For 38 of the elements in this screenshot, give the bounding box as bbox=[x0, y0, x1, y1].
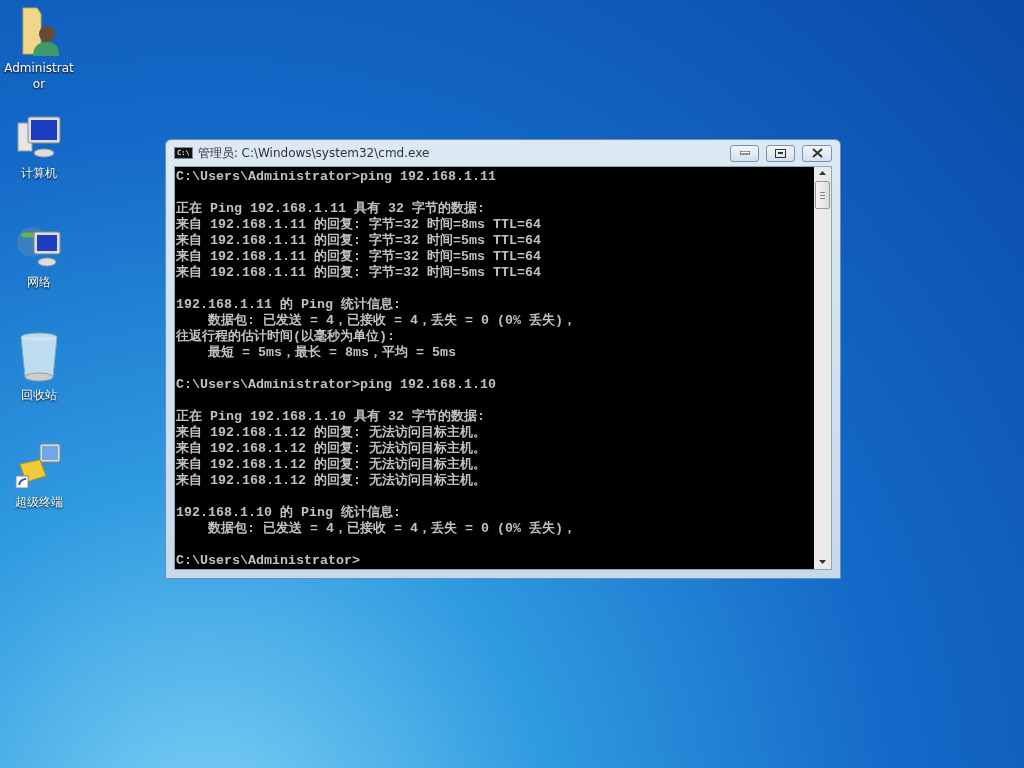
close-button[interactable] bbox=[802, 144, 832, 162]
close-icon bbox=[811, 148, 823, 158]
desktop-icon-label[interactable]: 回收站 bbox=[1, 387, 77, 403]
console-line: 192.168.1.11 的 Ping 统计信息: bbox=[176, 297, 402, 313]
scroll-down-arrow-icon[interactable] bbox=[819, 560, 826, 564]
minimize-icon bbox=[739, 151, 750, 155]
console-line: 来自 192.168.1.11 的回复: 字节=32 时间=5ms TTL=64 bbox=[176, 249, 542, 264]
console-line: C:\Users\Administrator>ping 192.168.1.11 bbox=[176, 169, 497, 185]
phone-computer-shortcut-icon bbox=[14, 440, 64, 490]
console-line: 来自 192.168.1.11 的回复: 字节=32 时间=8ms TTL=64 bbox=[176, 217, 542, 232]
scrollbar[interactable] bbox=[814, 167, 831, 569]
console-line: 正在 Ping 192.168.1.11 具有 32 字节的数据: bbox=[176, 201, 486, 216]
console-line: 最短 = 5ms，最长 = 8ms，平均 = 5ms bbox=[207, 345, 457, 361]
scroll-up-arrow-icon[interactable] bbox=[819, 171, 826, 175]
desktop-icon-label[interactable]: Administrator bbox=[1, 60, 77, 92]
computer-icon bbox=[14, 113, 64, 161]
maximize-button[interactable] bbox=[766, 144, 795, 162]
maximize-icon bbox=[775, 148, 786, 158]
console-line: 数据包: 已发送 = 4，已接收 = 4，丢失 = 0 (0% 丢失)， bbox=[207, 521, 577, 537]
console-line: C:\Users\Administrator> bbox=[176, 553, 361, 569]
desktop-icon-label[interactable]: 计算机 bbox=[1, 165, 77, 181]
recycle-bin-icon bbox=[17, 331, 61, 383]
console-line: 数据包: 已发送 = 4，已接收 = 4，丢失 = 0 (0% 丢失)， bbox=[207, 313, 577, 328]
console-line: 来自 192.168.1.12 的回复: 无法访问目标主机。 bbox=[176, 441, 487, 456]
console-line: 来自 192.168.1.12 的回复: 无法访问目标主机。 bbox=[176, 473, 487, 489]
desktop-icon-label[interactable]: 超级终端 bbox=[1, 494, 77, 510]
minimize-button[interactable] bbox=[730, 144, 759, 162]
console-line: 来自 192.168.1.11 的回复: 字节=32 时间=5ms TTL=64 bbox=[176, 233, 542, 248]
scrollbar-thumb[interactable] bbox=[815, 181, 830, 209]
console-line: 来自 192.168.1.12 的回复: 无法访问目标主机。 bbox=[176, 457, 487, 472]
console-line: 正在 Ping 192.168.1.10 具有 32 字节的数据: bbox=[176, 409, 486, 424]
console-line: 往返行程的估计时间(以毫秒为单位): bbox=[176, 329, 396, 345]
console-line: C:\Users\Administrator>ping 192.168.1.10 bbox=[176, 377, 497, 393]
window-title: 管理员: C:\Windows\system32\cmd.exe bbox=[197, 144, 431, 162]
console-line: 来自 192.168.1.11 的回复: 字节=32 时间=5ms TTL=64 bbox=[176, 265, 542, 281]
console-line: 192.168.1.10 的 Ping 统计信息: bbox=[176, 505, 402, 521]
desktop-icon-label[interactable]: 网络 bbox=[1, 274, 77, 290]
console-line: 来自 192.168.1.12 的回复: 无法访问目标主机。 bbox=[176, 425, 487, 440]
